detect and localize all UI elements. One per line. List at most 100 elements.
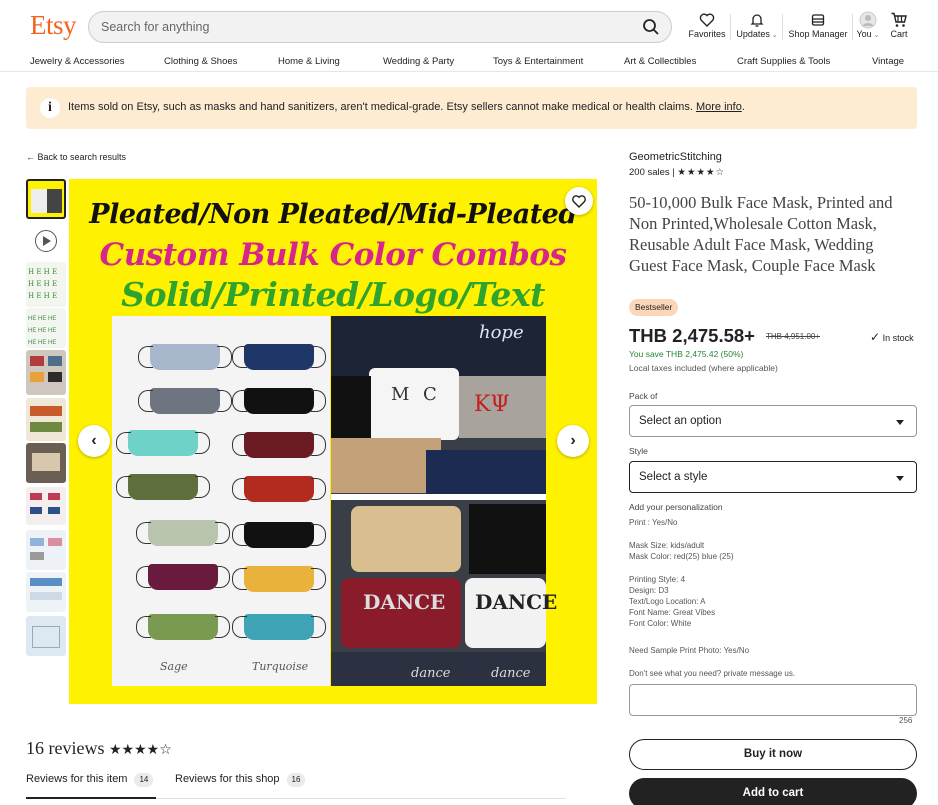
thumbnail-detail xyxy=(30,592,62,600)
thumbnail-image[interactable] xyxy=(26,398,66,441)
personalization-line: Design: D3 xyxy=(629,586,669,595)
thumbnail-image[interactable] xyxy=(26,350,66,395)
category-link[interactable]: Craft Supplies & Tools xyxy=(737,56,830,67)
category-link[interactable]: Wedding & Party xyxy=(383,56,454,67)
category-link[interactable]: Art & Collectibles xyxy=(624,56,696,67)
thumbnail-image[interactable]: HE HE HE HE HE HE HE HE HE xyxy=(26,308,66,348)
category-link[interactable]: Jewelry & Accessories xyxy=(30,56,125,67)
image-heading-line1: Pleated/Non Pleated/Mid-Pleated xyxy=(89,199,577,230)
shop-rating-stars: ★★★★☆ xyxy=(677,167,726,178)
sage-label: Sage xyxy=(160,660,188,673)
mask-swatch-mint xyxy=(116,430,210,456)
updates-link[interactable]: Updates ⌄ xyxy=(734,11,780,39)
shop-manager-label: Shop Manager xyxy=(788,29,848,39)
dance-print: DANCE xyxy=(363,590,446,614)
active-tab-indicator xyxy=(26,797,156,799)
shop-manager-link[interactable]: Shop Manager xyxy=(786,11,850,39)
svg-text:HE HE HE: HE HE HE xyxy=(28,340,56,346)
heart-icon xyxy=(699,13,715,27)
divider xyxy=(782,14,783,40)
tab-reviews-item[interactable]: Reviews for this item 14 xyxy=(26,773,154,787)
category-link[interactable]: Clothing & Shoes xyxy=(164,56,237,67)
cart-icon xyxy=(891,12,907,27)
svg-text:HE HE HE: HE HE HE xyxy=(28,316,56,322)
category-link[interactable]: Home & Living xyxy=(278,56,340,67)
mask-swatch-black xyxy=(232,522,326,548)
previous-image-button[interactable]: ‹ xyxy=(78,425,110,457)
original-price: THB 4,951.00+ xyxy=(766,332,821,341)
mask-swatch-grey xyxy=(138,388,232,414)
chevron-down-icon: ⌄ xyxy=(769,32,778,39)
search-bar[interactable] xyxy=(88,11,672,43)
thumbnail-image[interactable] xyxy=(26,530,66,570)
thumbnail-detail xyxy=(30,406,62,416)
thumbnail-image[interactable] xyxy=(26,179,66,219)
mask-photo-navy2 xyxy=(426,450,546,496)
thumbnail-detail xyxy=(30,356,44,366)
category-link[interactable]: Toys & Entertainment xyxy=(493,56,583,67)
etsy-logo[interactable]: Etsy xyxy=(30,10,77,41)
mask-swatch-sage xyxy=(136,614,230,640)
thumbnail-image[interactable] xyxy=(26,616,66,656)
tab-count: 16 xyxy=(286,773,306,787)
chevron-left-icon: ‹ xyxy=(91,432,97,449)
favorites-link[interactable]: Favorites xyxy=(686,11,728,39)
printed-masks-panel: hope M C ΚΨ DANCE DANCE dance dance xyxy=(331,316,557,686)
personalization-line: Need Sample Print Photo: Yes/No xyxy=(629,646,750,655)
pack-select[interactable]: Select an option xyxy=(629,405,917,437)
updates-label: Updates xyxy=(736,29,770,39)
search-input[interactable] xyxy=(101,18,621,36)
svg-text:H E H E: H E H E xyxy=(28,292,57,300)
info-icon: i xyxy=(40,98,60,118)
mask-photo-white xyxy=(369,368,459,440)
turquoise-label: Turquoise xyxy=(252,660,309,673)
shop-sales: 200 sales | ★★★★☆ xyxy=(629,167,726,178)
mask-swatch-mustard xyxy=(232,566,326,592)
personalization-line: Print : Yes/No xyxy=(629,518,678,527)
video-play-icon[interactable] xyxy=(35,230,57,252)
search-icon[interactable] xyxy=(641,17,661,37)
thumbnail-detail xyxy=(30,507,42,514)
mask-swatch-light-blue xyxy=(138,344,232,370)
in-stock-label: In stock xyxy=(882,333,914,343)
thumbnail-detail xyxy=(48,507,60,514)
personalization-textarea[interactable] xyxy=(629,684,917,716)
thumbnail-detail xyxy=(48,356,62,366)
dance-script-print: dance xyxy=(491,666,531,681)
hope-print: hope xyxy=(479,322,524,343)
notice-message: Items sold on Etsy, such as masks and ha… xyxy=(68,101,693,113)
add-to-cart-button[interactable]: Add to cart xyxy=(629,778,917,805)
thumbnail-detail xyxy=(48,372,62,382)
thumbnail-image[interactable] xyxy=(26,487,66,525)
reviews-count: 16 reviews xyxy=(26,738,105,758)
more-info-link[interactable]: More info xyxy=(696,101,742,113)
thumbnail-detail: H E H E H E H E H E H E xyxy=(28,268,57,300)
shop-name-link[interactable]: GeometricStitching xyxy=(629,151,722,163)
thumbnail-image[interactable] xyxy=(26,572,66,612)
favorite-button[interactable] xyxy=(565,187,593,215)
stock-status: ✓ In stock xyxy=(870,330,914,344)
savings-text: You save THB 2,475.42 (50%) xyxy=(629,349,744,359)
mask-swatch-maroon xyxy=(232,432,326,458)
mask-swatch-olive xyxy=(116,474,210,500)
cart-link[interactable]: Cart xyxy=(886,11,912,39)
review-stars: ★★★★☆ xyxy=(108,742,172,758)
thumbnail-image[interactable]: H E H E H E H E H E H E xyxy=(26,262,66,307)
style-select[interactable]: Select a style xyxy=(629,461,917,493)
svg-text:H E H E: H E H E xyxy=(28,268,57,276)
personalization-line: Font Name: Great Vibes xyxy=(629,608,716,617)
svg-text:HE HE HE: HE HE HE xyxy=(28,328,56,334)
back-to-results-link[interactable]: ← Back to search results xyxy=(26,152,126,162)
dance-print: DANCE xyxy=(475,590,558,614)
tab-reviews-shop[interactable]: Reviews for this shop 16 xyxy=(175,773,306,787)
mask-swatch-turquoise xyxy=(232,614,326,640)
category-link[interactable]: Vintage xyxy=(872,56,904,67)
greek-letters-print: ΚΨ xyxy=(474,392,510,417)
thumbnail-image[interactable] xyxy=(26,443,66,483)
check-icon: ✓ xyxy=(870,330,881,344)
next-image-button[interactable]: › xyxy=(557,425,589,457)
style-select-value: Select a style xyxy=(639,471,708,483)
buy-it-now-button[interactable]: Buy it now xyxy=(629,739,917,770)
you-menu[interactable]: You ⌄ xyxy=(854,11,882,39)
personalization-line: Don't see what you need? private message… xyxy=(629,669,796,678)
